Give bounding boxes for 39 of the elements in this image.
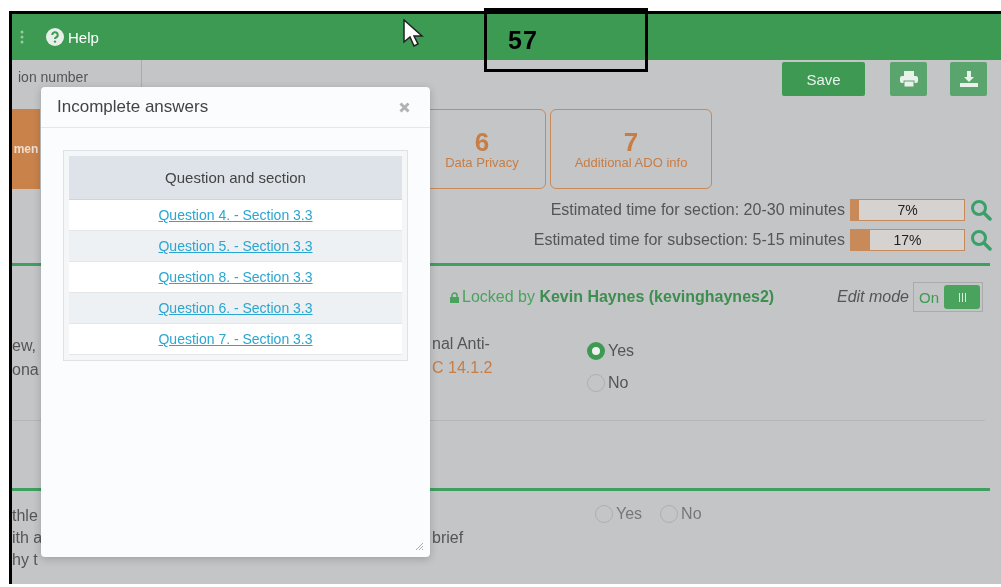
help-icon: [46, 28, 64, 46]
lock-status: Locked by Kevin Haynes (kevinghaynes2): [462, 288, 775, 306]
progress-reading: 7%: [897, 202, 918, 218]
column-header: Question and section: [69, 156, 402, 200]
question-text: thle: [12, 506, 39, 526]
padlock-icon: [450, 291, 459, 303]
close-icon[interactable]: [399, 101, 410, 113]
option-label: Yes: [608, 342, 635, 360]
radio-button[interactable]: [587, 342, 605, 360]
print-button[interactable]: [890, 62, 927, 96]
option-label: Yes: [616, 505, 643, 523]
option-label: No: [608, 374, 629, 392]
question-text: ona: [12, 360, 40, 380]
resize-grip-icon[interactable]: [415, 542, 424, 551]
edit-mode-toggle[interactable]: On: [913, 282, 983, 312]
option-label: No: [681, 505, 702, 523]
download-icon: [959, 71, 978, 87]
question-text: brief: [432, 528, 465, 548]
printer-icon: [899, 71, 918, 87]
estimate-label: Estimated time for section: 20-30 minutes: [550, 201, 845, 219]
search-icon[interactable]: [970, 229, 992, 251]
save-button[interactable]: Save: [782, 62, 865, 96]
annotation-number: 57: [508, 25, 538, 55]
question-text: ith a: [12, 528, 40, 548]
mouse-pointer-icon: [403, 19, 425, 47]
progress-reading: 17%: [893, 232, 922, 248]
kebab-menu-icon[interactable]: [20, 30, 24, 44]
search-icon[interactable]: [970, 199, 992, 221]
question-text: hy t: [12, 550, 39, 570]
question-text: nal Anti-: [432, 334, 491, 354]
estimate-label: Estimated time for subsection: 5-15 minutes: [533, 231, 845, 249]
edit-mode-label: Edit mode: [836, 288, 909, 306]
reference-link[interactable]: C 14.1.2: [432, 356, 587, 380]
section-tab[interactable]: men: [12, 109, 40, 189]
download-button[interactable]: [950, 62, 987, 96]
help-link[interactable]: Help: [46, 28, 99, 46]
question-text: ew,: [12, 336, 37, 356]
section-tab[interactable]: 7 Additional ADO info: [550, 109, 712, 189]
dialog-title: Incomplete answers: [57, 97, 209, 117]
